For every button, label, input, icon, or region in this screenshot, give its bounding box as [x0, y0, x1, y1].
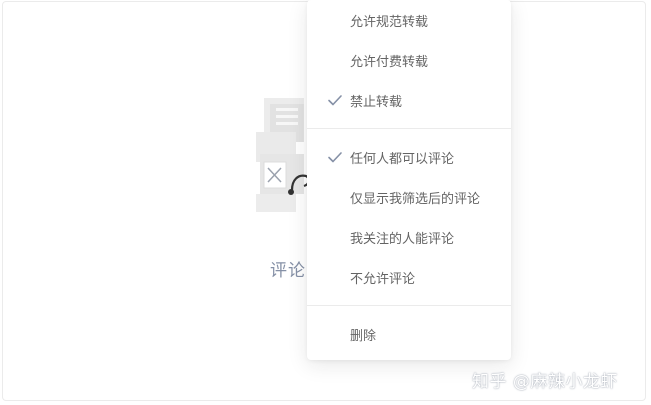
menu-item-disallow-comments[interactable]: 不允许评论: [307, 257, 511, 297]
watermark: 知乎 @麻辣小龙虾: [472, 372, 618, 392]
menu-divider: [307, 128, 511, 129]
menu-item-label: 禁止转载: [350, 95, 403, 110]
menu-item-label: 删除: [350, 329, 377, 344]
menu-item-allow-standard-repost[interactable]: 允许规范转载: [307, 0, 511, 40]
empty-state-label: 评论: [270, 261, 306, 281]
menu-item-label: 仅显示我筛选后的评论: [350, 192, 481, 207]
menu-item-delete[interactable]: 删除: [307, 314, 511, 354]
menu-divider: [307, 305, 511, 306]
menu-item-label: 允许规范转载: [350, 15, 429, 30]
menu-item-label: 任何人都可以评论: [350, 152, 455, 167]
menu-item-label: 我关注的人能评论: [350, 232, 455, 247]
menu-item-forbid-repost[interactable]: 禁止转载: [307, 80, 511, 120]
check-icon: [328, 95, 342, 106]
check-icon: [328, 152, 342, 163]
menu-item-show-filtered-comments[interactable]: 仅显示我筛选后的评论: [307, 177, 511, 217]
menu-item-allow-paid-repost[interactable]: 允许付费转载: [307, 40, 511, 80]
menu-item-anyone-can-comment[interactable]: 任何人都可以评论: [307, 137, 511, 177]
page: 评论 允许规范转载 允许付费转载 禁止转载 任何人都可以评论 仅显示我筛选后的评…: [0, 0, 651, 405]
menu-item-followed-can-comment[interactable]: 我关注的人能评论: [307, 217, 511, 257]
menu-item-label: 允许付费转载: [350, 55, 429, 70]
article-settings-menu: 允许规范转载 允许付费转载 禁止转载 任何人都可以评论 仅显示我筛选后的评论 我…: [307, 0, 511, 360]
menu-item-label: 不允许评论: [350, 272, 416, 287]
